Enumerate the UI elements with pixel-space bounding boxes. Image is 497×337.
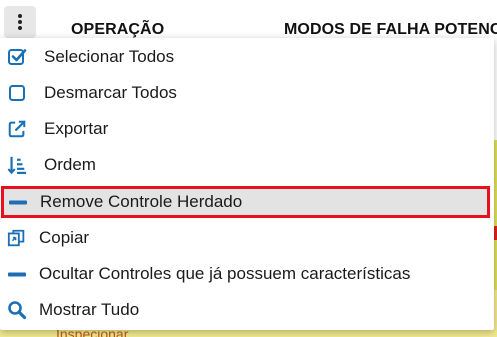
menu-item-export[interactable]: Exportar [0, 111, 494, 147]
checkbox-empty-icon [7, 83, 27, 103]
menu-item-hide-controls-with-characteristics[interactable]: Ocultar Controles que já possuem caracte… [0, 256, 494, 292]
menu-item-label: Mostrar Tudo [39, 300, 140, 319]
menu-item-deselect-all[interactable]: Desmarcar Todos [0, 75, 494, 111]
minus-icon [8, 192, 28, 212]
column-options-menu: Selecionar Todos Desmarcar Todos Exporta… [0, 38, 494, 330]
menu-item-label: Selecionar Todos [44, 47, 175, 66]
search-icon [7, 300, 27, 320]
minus-icon [7, 264, 27, 284]
checkbox-checked-icon [7, 47, 27, 67]
menu-item-select-all[interactable]: Selecionar Todos [0, 39, 494, 75]
menu-item-show-all[interactable]: Mostrar Tudo [0, 292, 494, 328]
column-header-modos-de-falha[interactable]: MODOS DE FALHA POTENC [284, 21, 497, 39]
kebab-menu-icon [18, 14, 22, 30]
menu-item-order[interactable]: Ordem [0, 147, 494, 183]
menu-item-copy[interactable]: Copiar [0, 220, 494, 256]
page: OPERAÇÃO MODOS DE FALHA POTENC Inspecion… [0, 0, 497, 337]
column-header-operacao[interactable]: OPERAÇÃO [71, 21, 164, 39]
menu-item-label: Desmarcar Todos [44, 83, 177, 102]
menu-item-label: Exportar [44, 119, 109, 138]
menu-item-label: Remove Controle Herdado [40, 192, 243, 211]
menu-item-remove-inherited-control[interactable]: Remove Controle Herdado [1, 186, 490, 218]
menu-item-label: Ocultar Controles que já possuem caracte… [39, 264, 411, 283]
sort-numeric-icon [7, 155, 27, 175]
menu-item-label: Copiar [39, 228, 90, 247]
external-link-icon [7, 119, 27, 139]
column-options-button[interactable] [4, 6, 36, 38]
copy-icon [7, 228, 27, 248]
menu-item-label: Ordem [44, 155, 96, 174]
